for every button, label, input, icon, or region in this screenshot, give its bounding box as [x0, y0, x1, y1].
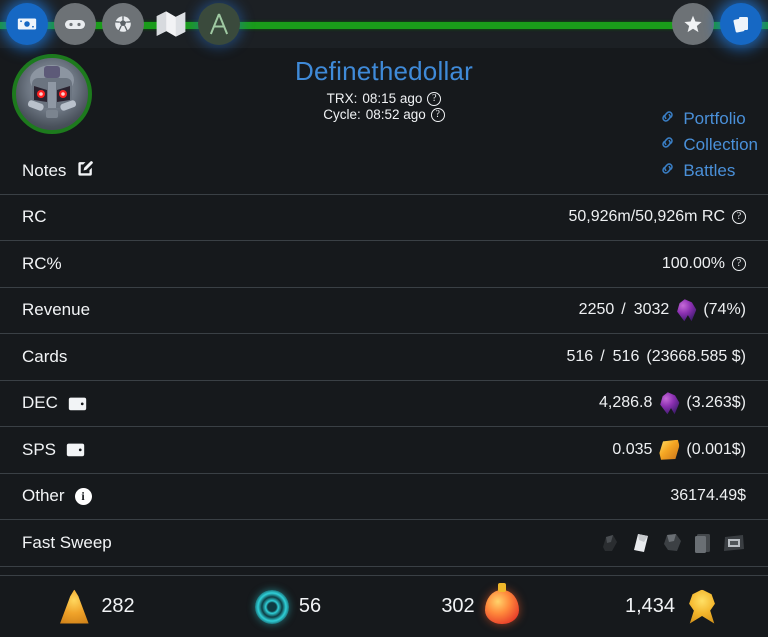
cards-separator: / [600, 348, 605, 366]
nav-left-group [6, 3, 240, 45]
stat-value: 282 [101, 595, 134, 618]
row-fast-sweep: Fast Sweep [0, 520, 768, 567]
page-title: Definethedollar [0, 56, 768, 87]
wallet-icon[interactable] [66, 442, 85, 457]
cards-max: 516 [613, 348, 640, 366]
cycle-help-icon[interactable]: ? [431, 108, 445, 122]
tablet-icon[interactable] [691, 531, 715, 555]
trx-value: 08:15 ago [362, 91, 422, 106]
wallet-icon[interactable] [68, 396, 87, 411]
rough-stone-icon[interactable] [660, 531, 684, 555]
row-notes[interactable]: Notes [0, 148, 768, 195]
revenue-separator: / [621, 301, 626, 319]
link-label: Portfolio [683, 109, 745, 129]
cards-stack-icon [729, 12, 753, 36]
nav-money-button[interactable] [6, 3, 48, 45]
sps-value: 0.035 [612, 441, 652, 459]
sps-label: SPS [22, 440, 56, 460]
medal-icon [685, 590, 719, 624]
cards-label: Cards [22, 347, 67, 367]
stat-potion[interactable]: 302 [384, 590, 576, 624]
star-icon [682, 13, 704, 35]
nav-map-button[interactable] [150, 3, 192, 45]
gold-bag-icon [57, 590, 91, 624]
sps-usd: (0.001$) [686, 441, 746, 459]
other-value: 36174.49$ [670, 487, 746, 505]
info-icon[interactable]: i [75, 488, 92, 505]
potion-icon [485, 590, 519, 624]
splinterlands-logo-icon [204, 9, 234, 39]
fast-sweep-label: Fast Sweep [22, 533, 112, 553]
stat-value: 1,434 [625, 595, 675, 618]
nav-cards-button[interactable] [720, 3, 762, 45]
cards-current: 516 [567, 348, 594, 366]
dec-token-icon [676, 299, 696, 321]
row-revenue: Revenue 2250 / 3032 (74%) [0, 288, 768, 335]
link-portfolio[interactable]: Portfolio [659, 108, 758, 130]
cycle-label: Cycle: [323, 107, 361, 122]
other-label: Other [22, 486, 65, 506]
dec-usd: (3.263$) [686, 394, 746, 412]
revenue-current: 2250 [579, 301, 615, 319]
rc-label: RC [22, 207, 47, 227]
profile-header: Definethedollar TRX: 08:15 ago ? Cycle: … [0, 48, 768, 148]
dec-label: DEC [22, 393, 58, 413]
trx-help-icon[interactable]: ? [427, 92, 441, 106]
bottom-stats-bar: 282 56 302 1,434 [0, 575, 768, 637]
revenue-max: 3032 [634, 301, 670, 319]
dec-value: 4,286.8 [599, 394, 652, 412]
map-icon [152, 5, 190, 43]
stat-gold-bag[interactable]: 282 [0, 590, 192, 624]
paper-scroll-icon[interactable] [629, 531, 653, 555]
row-sps: SPS 0.035 (0.001$) [0, 427, 768, 474]
cards-worth: (23668.585 $) [646, 348, 746, 366]
nav-favorites-button[interactable] [672, 3, 714, 45]
rc-value: 50,926m/50,926m RC [568, 208, 725, 226]
sweep-icon-group [598, 531, 746, 555]
row-dec: DEC 4,286.8 (3.263$) [0, 381, 768, 428]
notes-label: Notes [22, 161, 66, 181]
ore-icon[interactable] [598, 531, 622, 555]
nav-battle-button[interactable] [102, 3, 144, 45]
row-rc: RC 50,926m/50,926m RC ? [0, 195, 768, 242]
cycle-value: 08:52 ago [366, 107, 426, 122]
soccer-ball-icon [112, 13, 134, 35]
stat-value: 56 [299, 595, 321, 618]
rc-help-icon[interactable]: ? [732, 210, 746, 224]
nav-gamepad-button[interactable] [54, 3, 96, 45]
dec-token-icon [659, 392, 679, 414]
aether-spiral-icon [255, 590, 289, 624]
revenue-label: Revenue [22, 300, 90, 320]
trx-status: TRX: 08:15 ago ? [0, 91, 768, 106]
framed-relic-icon[interactable] [722, 531, 746, 555]
row-rc-percent: RC% 100.00% ? [0, 241, 768, 288]
cycle-status: Cycle: 08:52 ago ? [0, 107, 768, 122]
sps-token-icon [659, 440, 679, 460]
money-icon [16, 13, 38, 35]
stats-list: Notes RC 50,926m/50,926m RC ? RC% 100.00… [0, 148, 768, 567]
trx-label: TRX: [327, 91, 358, 106]
revenue-percent: (74%) [703, 301, 746, 319]
stat-medal[interactable]: 1,434 [576, 590, 768, 624]
nav-right-group [672, 3, 762, 45]
title-block: Definethedollar TRX: 08:15 ago ? Cycle: … [0, 56, 768, 122]
rc-percent-value: 100.00% [662, 255, 725, 273]
rc-percent-help-icon[interactable]: ? [732, 257, 746, 271]
stat-value: 302 [441, 595, 474, 618]
rc-percent-label: RC% [22, 254, 62, 274]
nav-splinterlands-button[interactable] [198, 3, 240, 45]
chain-link-icon [659, 108, 676, 130]
row-cards: Cards 516 / 516 (23668.585 $) [0, 334, 768, 381]
gamepad-icon [63, 12, 87, 36]
top-navigation-bar [0, 0, 768, 48]
stat-aether[interactable]: 56 [192, 590, 384, 624]
row-other: Other i 36174.49$ [0, 474, 768, 521]
edit-icon[interactable] [76, 159, 95, 183]
